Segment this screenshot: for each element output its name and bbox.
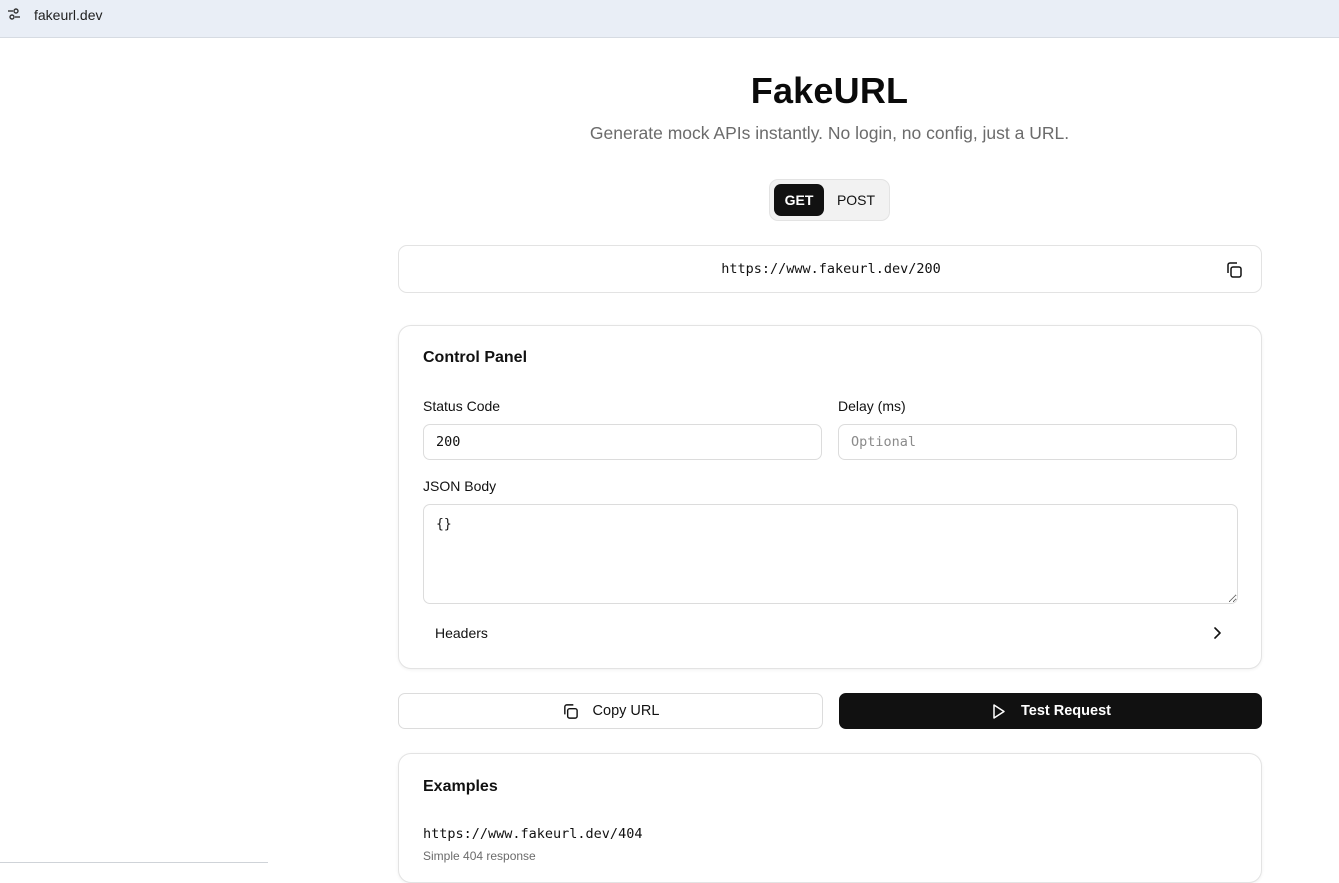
page-subtitle: Generate mock APIs instantly. No login, … — [589, 123, 1070, 143]
examples-title: Examples — [423, 778, 498, 795]
chevron-right-icon — [1210, 626, 1224, 640]
headers-toggle[interactable]: Headers — [423, 617, 1238, 649]
status-code-input[interactable] — [423, 424, 822, 460]
examples-card: Examples https://www.fakeurl.dev/404 Sim… — [398, 753, 1262, 883]
browser-address-bar: fakeurl.dev — [0, 0, 1339, 38]
test-request-button[interactable]: Test Request — [839, 693, 1262, 729]
json-body-label: JSON Body — [423, 478, 497, 494]
json-body-textarea[interactable]: {} — [423, 504, 1238, 604]
address-text[interactable]: fakeurl.dev — [34, 7, 102, 23]
page-title: FakeURL — [750, 70, 909, 111]
delay-input[interactable] — [838, 424, 1237, 460]
delay-label: Delay (ms) — [838, 398, 906, 414]
method-get-button[interactable]: GET — [774, 184, 824, 216]
test-request-label: Test Request — [1021, 703, 1111, 719]
status-code-label: Status Code — [423, 398, 501, 414]
copy-url-button[interactable]: Copy URL — [398, 693, 823, 729]
headers-label: Headers — [435, 625, 488, 641]
example-description: Simple 404 response — [423, 849, 536, 863]
control-panel-title: Control Panel — [423, 349, 528, 366]
copy-url-label: Copy URL — [592, 703, 660, 719]
copy-icon — [562, 703, 579, 720]
play-icon — [990, 703, 1007, 720]
method-post-button[interactable]: POST — [828, 184, 884, 216]
method-toggle: GET POST — [769, 179, 890, 221]
mock-url: https://www.fakeurl.dev/200 — [721, 261, 941, 277]
copy-icon[interactable] — [1225, 261, 1243, 279]
control-panel-card: Control Panel Status Code Delay (ms) JSO… — [398, 325, 1262, 669]
example-url[interactable]: https://www.fakeurl.dev/404 — [423, 826, 642, 842]
site-info-button[interactable] — [3, 5, 25, 27]
tune-icon — [7, 7, 21, 26]
url-display: https://www.fakeurl.dev/200 — [398, 245, 1262, 293]
